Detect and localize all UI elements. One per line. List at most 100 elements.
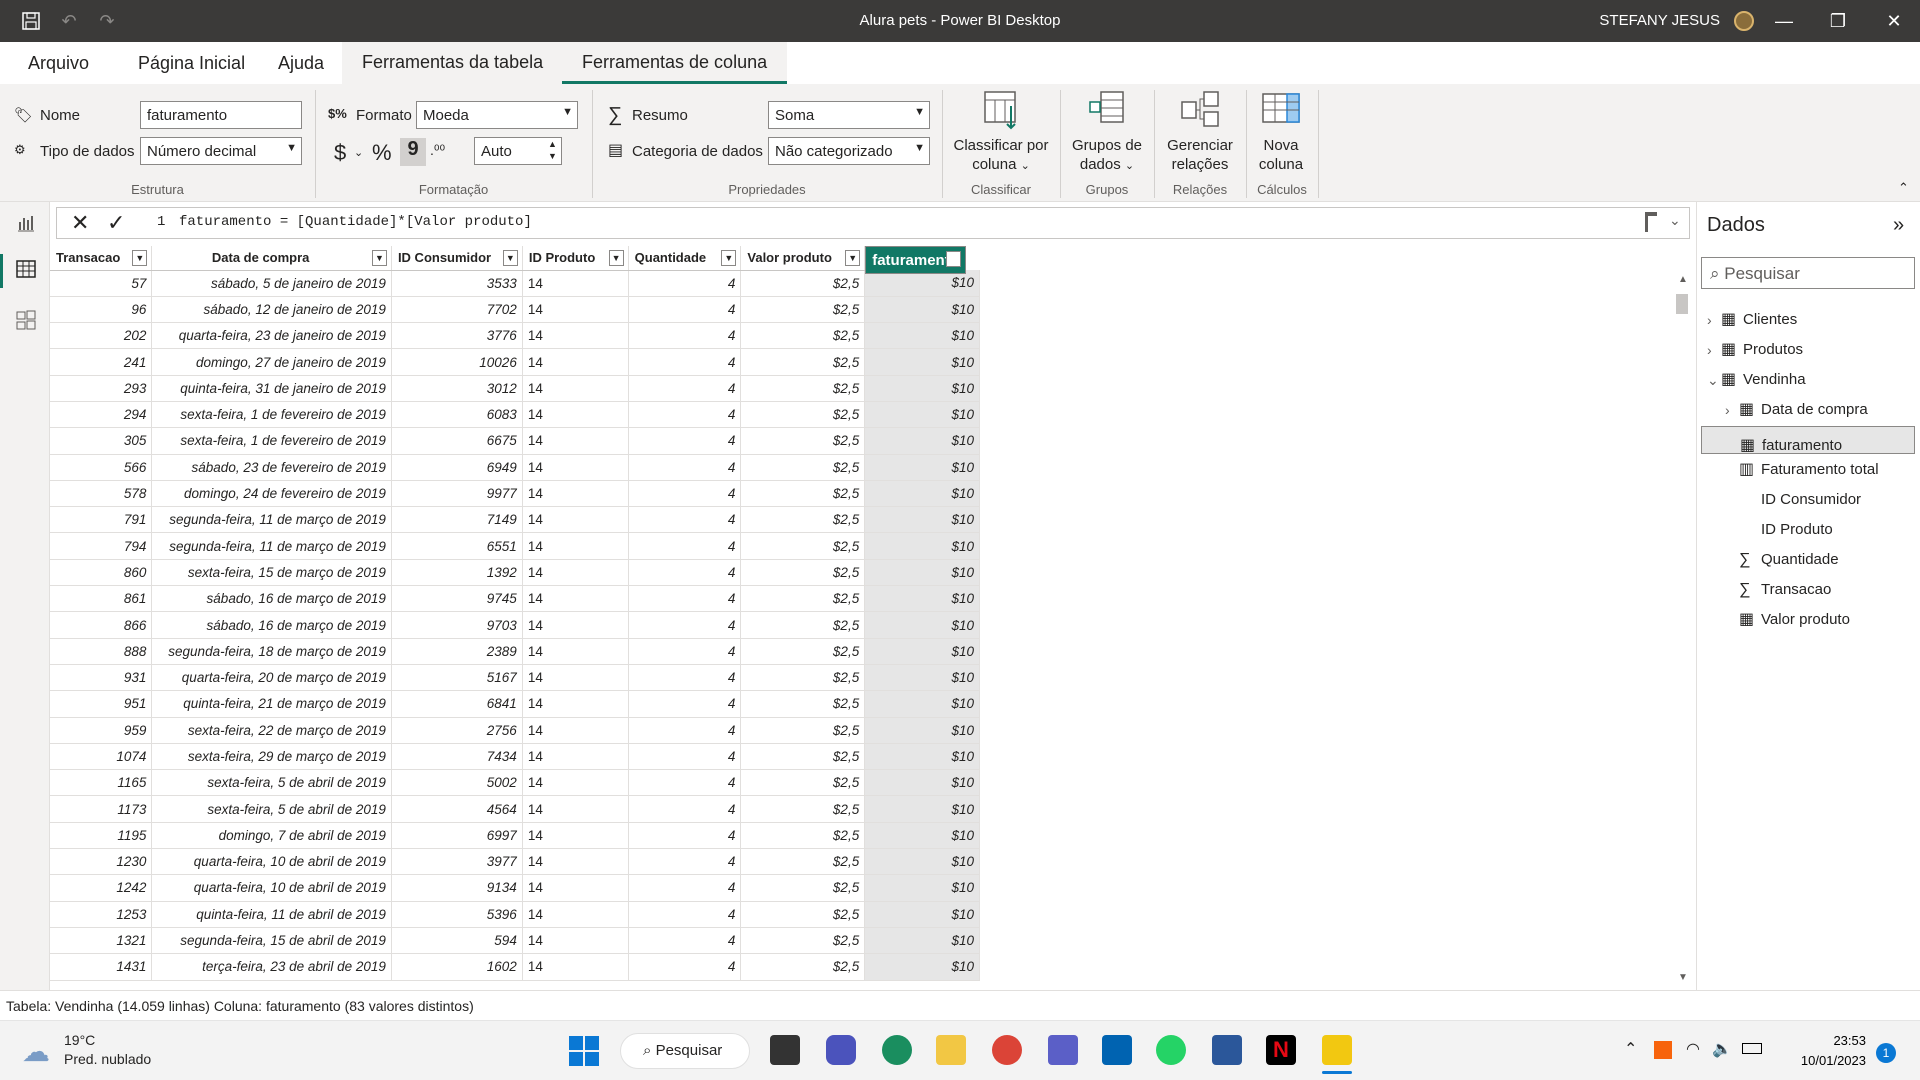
table-cell[interactable]: 4 (628, 611, 742, 639)
start-icon[interactable] (568, 1035, 600, 1067)
table-cell[interactable]: 4 (628, 322, 742, 350)
table-cell[interactable]: $2,5 (740, 454, 866, 481)
table-cell[interactable]: 1392 (391, 559, 523, 587)
table-cell[interactable]: quarta-feira, 20 de março de 2019 (151, 664, 392, 692)
table-cell[interactable]: $2,5 (740, 375, 866, 402)
table-row[interactable]: 1321 segunda-feira, 15 de abril de 2019 59… (50, 927, 980, 955)
table-cell[interactable]: $10 (864, 743, 980, 771)
table-cell[interactable]: 1321 (50, 927, 153, 955)
table-cell[interactable]: quarta-feira, 10 de abril de 2019 (151, 848, 392, 876)
table-cell[interactable]: 14 (522, 480, 629, 508)
table-cell[interactable]: 14 (522, 743, 629, 771)
table-cell[interactable]: 57 (50, 270, 153, 297)
table-cell[interactable]: $2,5 (740, 532, 866, 560)
table-row[interactable]: 791 segunda-feira, 11 de março de 2019 714… (50, 506, 980, 534)
field-item[interactable]: ▦ Valor produto (1701, 606, 1915, 634)
table-cell[interactable]: sexta-feira, 1 de fevereiro de 2019 (151, 401, 392, 429)
table-cell[interactable]: $2,5 (740, 611, 866, 639)
filter-dropdown-icon[interactable]: ▼ (945, 251, 961, 267)
table-cell[interactable]: 9977 (391, 480, 523, 508)
table-cell[interactable]: 931 (50, 664, 153, 692)
edge-icon[interactable] (882, 1035, 912, 1065)
table-cell[interactable]: 4 (628, 848, 742, 876)
table-row[interactable]: 96 sábado, 12 de janeiro de 2019 7702 14 4 $2… (50, 296, 980, 324)
tab-arquivo[interactable]: Arquivo (28, 53, 89, 74)
table-cell[interactable]: sexta-feira, 5 de abril de 2019 (151, 795, 392, 823)
table-cell[interactable]: 1253 (50, 901, 153, 928)
table-cell[interactable]: 861 (50, 585, 153, 613)
table-cell[interactable]: $2,5 (740, 480, 866, 508)
chrome-icon[interactable] (992, 1035, 1022, 1065)
table-cell[interactable]: sexta-feira, 15 de março de 2019 (151, 559, 392, 587)
field-item[interactable]: ID Consumidor (1701, 486, 1915, 514)
filter-dropdown-icon[interactable]: ▼ (845, 250, 861, 266)
resumo-select[interactable]: Soma ▼ (768, 101, 930, 129)
table-cell[interactable]: 4 (628, 401, 742, 429)
wifi-icon[interactable]: ◠ (1686, 1039, 1700, 1059)
table-row[interactable]: 860 sexta-feira, 15 de março de 2019 1392 1… (50, 559, 980, 587)
comma-style-button[interactable]: 9 (400, 138, 426, 166)
table-cell[interactable]: 14 (522, 822, 629, 850)
table-cell[interactable]: 4 (628, 638, 742, 665)
table-cell[interactable]: 6997 (391, 822, 523, 850)
table-cell[interactable]: 2756 (391, 717, 523, 744)
table-cell[interactable]: $2,5 (740, 717, 866, 744)
table-cell[interactable]: $2,5 (740, 296, 866, 324)
tab-ferramentas-tabela[interactable]: Ferramentas da tabela (342, 42, 564, 84)
table-row[interactable]: 202 quarta-feira, 23 de janeiro de 2019 37… (50, 322, 980, 350)
table-cell[interactable]: 14 (522, 769, 629, 797)
table-cell[interactable]: 791 (50, 506, 153, 534)
table-cell[interactable]: $2,5 (740, 427, 866, 455)
table-cell[interactable]: 4 (628, 795, 742, 823)
avatar[interactable] (1734, 11, 1754, 31)
table-cell[interactable]: 14 (522, 953, 629, 981)
table-cell[interactable]: $10 (864, 506, 980, 534)
table-cell[interactable]: 4 (628, 559, 742, 587)
table-cell[interactable]: $10 (864, 795, 980, 823)
table-cell[interactable]: 14 (522, 717, 629, 744)
table-cell[interactable]: $2,5 (740, 638, 866, 665)
expand-chevron-icon[interactable]: › (1707, 306, 1712, 334)
table-row[interactable]: 578 domingo, 24 de fevereiro de 2019 9977 1… (50, 480, 980, 508)
table-cell[interactable]: 14 (522, 322, 629, 350)
tab-pagina-inicial[interactable]: Página Inicial (138, 53, 245, 74)
table-row[interactable]: 294 sexta-feira, 1 de fevereiro de 2019 60… (50, 401, 980, 429)
table-cell[interactable]: $2,5 (740, 348, 866, 376)
table-cell[interactable]: $10 (864, 454, 980, 481)
chat-icon[interactable] (826, 1035, 856, 1065)
table-cell[interactable]: 578 (50, 480, 153, 508)
table-cell[interactable]: $10 (864, 375, 980, 402)
table-cell[interactable]: segunda-feira, 18 de março de 2019 (151, 638, 392, 665)
scrollbar-thumb[interactable] (1676, 294, 1688, 314)
file-explorer-icon[interactable] (936, 1035, 966, 1065)
table-cell[interactable]: 14 (522, 454, 629, 481)
table-cell[interactable]: 4 (628, 743, 742, 771)
field-item[interactable]: › ▦ Data de compra (1701, 396, 1915, 424)
table-row[interactable]: 1230 quarta-feira, 10 de abril de 2019 397… (50, 848, 980, 876)
table-cell[interactable]: segunda-feira, 11 de março de 2019 (151, 506, 392, 534)
scroll-down-icon[interactable]: ▼ (1678, 972, 1688, 983)
table-cell[interactable]: 9703 (391, 611, 523, 639)
table-cell[interactable]: 14 (522, 795, 629, 823)
table-cell[interactable]: 294 (50, 401, 153, 429)
table-cell[interactable]: 14 (522, 874, 629, 902)
table-row[interactable]: 1253 quinta-feira, 11 de abril de 2019 539… (50, 901, 980, 928)
table-cell[interactable]: 4 (628, 506, 742, 534)
table-cell[interactable]: 6083 (391, 401, 523, 429)
table-cell[interactable]: 6841 (391, 690, 523, 718)
table-cell[interactable]: 5002 (391, 769, 523, 797)
table-row[interactable]: 305 sexta-feira, 1 de fevereiro de 2019 66… (50, 427, 980, 455)
table-cell[interactable]: 10026 (391, 348, 523, 376)
table-cell[interactable]: 14 (522, 559, 629, 587)
whatsapp-icon[interactable] (1156, 1035, 1186, 1065)
table-cell[interactable]: $10 (864, 901, 980, 928)
table-view-icon[interactable] (13, 260, 39, 284)
field-item[interactable]: › ▦ Produtos (1701, 336, 1915, 364)
table-cell[interactable]: $10 (864, 822, 980, 850)
table-cell[interactable]: 7702 (391, 296, 523, 324)
sort-by-column-button[interactable]: Classificar por coluna ⌄ (948, 90, 1054, 176)
table-cell[interactable]: $2,5 (740, 795, 866, 823)
cancel-formula-icon[interactable]: ✕ (71, 210, 89, 236)
table-row[interactable]: 1195 domingo, 7 de abril de 2019 6997 14 4 $2… (50, 822, 980, 850)
table-cell[interactable]: 4 (628, 375, 742, 402)
